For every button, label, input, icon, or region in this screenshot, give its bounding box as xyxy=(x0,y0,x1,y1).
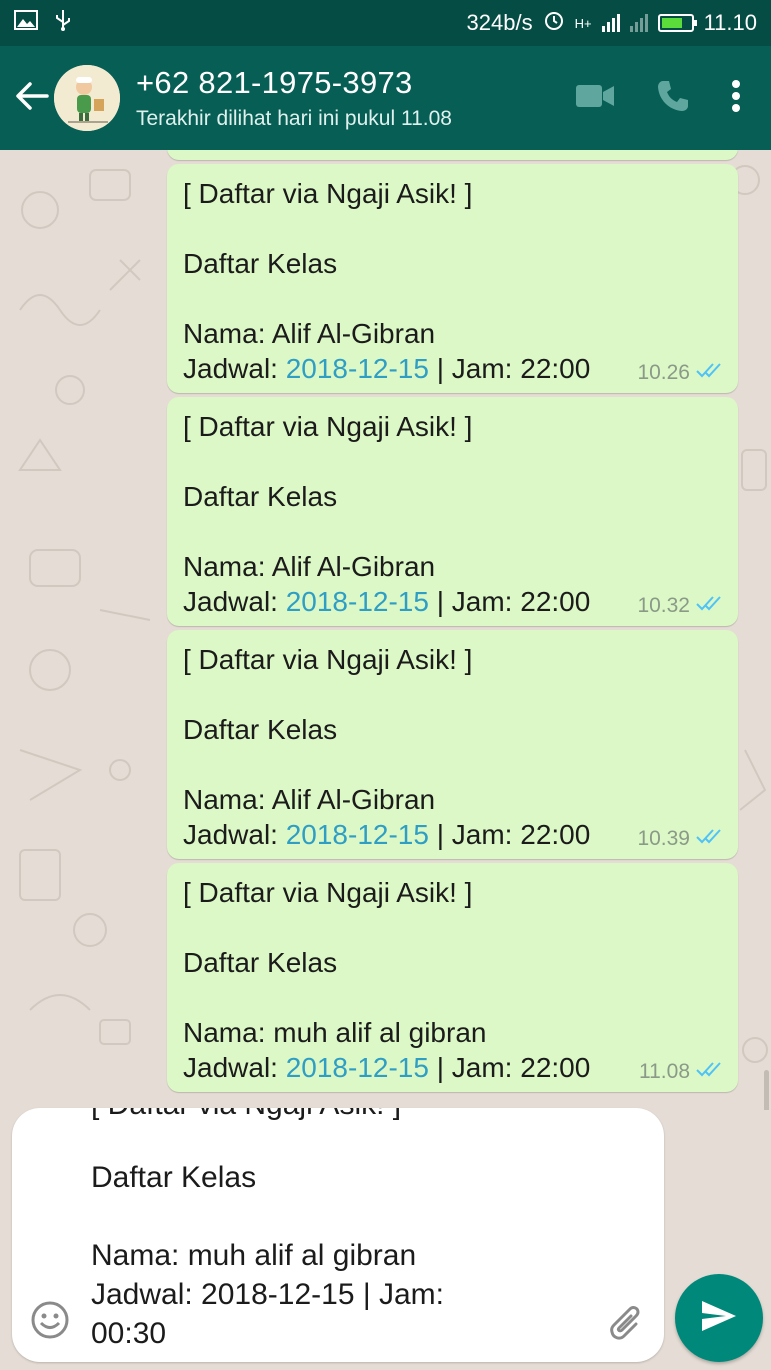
jadwal-date-link[interactable]: 2018-12-15 xyxy=(286,586,429,617)
chat-header: +62 821-1975-3973 Terakhir dilihat hari … xyxy=(0,46,771,150)
send-icon xyxy=(700,1299,738,1338)
jadwal-label: Jadwal: xyxy=(183,586,286,617)
net-speed: 324b/s xyxy=(466,10,533,35)
emoji-icon xyxy=(30,1301,70,1344)
read-ticks-icon xyxy=(696,827,724,851)
battery-icon xyxy=(657,14,697,32)
phone-icon xyxy=(655,78,691,119)
composer-line-3: Jadwal: 2018-12-15 | Jam: xyxy=(91,1278,444,1311)
composer-line-4: 00:30 xyxy=(91,1317,167,1350)
network-type: H+ xyxy=(574,15,592,31)
alarm-icon xyxy=(543,9,565,37)
status-bar: 324b/s H+ 11.10 xyxy=(0,0,771,46)
jadwal-date-link[interactable]: 2018-12-15 xyxy=(286,1052,429,1083)
signal-icon-2 xyxy=(629,14,648,32)
message-bubble[interactable]: [ Daftar via Ngaji Asik! ] Daftar Kelas … xyxy=(167,397,738,626)
last-seen: Terakhir dilihat hari ini pukul 11.08 xyxy=(136,107,452,130)
message-input[interactable]: [ Daftar via Ngaji Asik! ] Daftar Kelas … xyxy=(12,1108,664,1362)
scrollbar[interactable] xyxy=(764,1070,769,1110)
jam-text: | Jam: 22:00 xyxy=(428,1052,591,1083)
message-title: [ Daftar via Ngaji Asik! ] xyxy=(183,411,473,442)
contact-info[interactable]: +62 821-1975-3973 Terakhir dilihat hari … xyxy=(136,65,452,131)
message-subtitle: Daftar Kelas xyxy=(183,481,338,512)
jam-text: | Jam: 22:00 xyxy=(428,586,591,617)
message-bubble[interactable]: [ Daftar via Ngaji Asik! ] Daftar Kelas … xyxy=(167,630,738,859)
message-time: 10.32 xyxy=(637,594,690,617)
paperclip-icon xyxy=(606,1306,646,1344)
jadwal-label: Jadwal: xyxy=(183,819,286,850)
message-nama: Nama: Alif Al-Gibran xyxy=(183,318,436,349)
more-vert-icon xyxy=(731,79,741,117)
message-subtitle: Daftar Kelas xyxy=(183,947,338,978)
jadwal-label: Jadwal: xyxy=(183,353,286,384)
emoji-button[interactable] xyxy=(30,1300,70,1340)
read-ticks-icon xyxy=(696,1060,724,1084)
send-button[interactable] xyxy=(675,1274,763,1362)
back-arrow-icon xyxy=(15,81,49,116)
message-bubble[interactable]: [ Daftar via Ngaji Asik! ] Daftar Kelas … xyxy=(167,164,738,393)
image-icon xyxy=(14,10,38,36)
read-ticks-icon xyxy=(696,594,724,618)
back-button[interactable] xyxy=(10,68,54,128)
message-nama: Nama: Alif Al-Gibran xyxy=(183,551,436,582)
jadwal-label: Jadwal: xyxy=(183,1052,286,1083)
video-call-button[interactable] xyxy=(575,83,615,114)
signal-icon xyxy=(601,14,620,32)
jam-text: | Jam: 22:00 xyxy=(428,353,591,384)
composer-line-2: Nama: muh alif al gibran xyxy=(91,1239,417,1272)
voice-call-button[interactable] xyxy=(655,78,691,119)
message-time: 10.26 xyxy=(637,361,690,384)
message-title: [ Daftar via Ngaji Asik! ] xyxy=(183,178,473,209)
usb-icon xyxy=(54,8,72,38)
message-title: [ Daftar via Ngaji Asik! ] xyxy=(183,644,473,675)
message-time: 10.39 xyxy=(637,827,690,850)
read-ticks-icon xyxy=(696,361,724,385)
contact-name: +62 821-1975-3973 xyxy=(136,65,413,100)
attach-button[interactable] xyxy=(606,1300,646,1340)
composer-line-1: Daftar Kelas xyxy=(91,1161,257,1194)
message-input-text[interactable]: [ Daftar via Ngaji Asik! ] Daftar Kelas … xyxy=(91,1108,571,1353)
clock: 11.10 xyxy=(703,10,757,35)
message-nama: Nama: muh alif al gibran xyxy=(183,1017,487,1048)
message-subtitle: Daftar Kelas xyxy=(183,714,338,745)
message-title: [ Daftar via Ngaji Asik! ] xyxy=(183,877,473,908)
jadwal-date-link[interactable]: 2018-12-15 xyxy=(286,353,429,384)
message-bubble[interactable]: [ Daftar via Ngaji Asik! ] Daftar Kelas … xyxy=(167,863,738,1092)
jadwal-date-link[interactable]: 2018-12-15 xyxy=(286,819,429,850)
composer-cut-line: [ Daftar via Ngaji Asik! ] xyxy=(91,1108,401,1122)
video-call-icon xyxy=(575,83,615,114)
message-time: 11.08 xyxy=(639,1060,690,1083)
previous-message-edge xyxy=(167,150,738,160)
more-options-button[interactable] xyxy=(731,79,741,117)
jam-text: | Jam: 22:00 xyxy=(428,819,591,850)
chat-area[interactable]: [ Daftar via Ngaji Asik! ] Daftar Kelas … xyxy=(0,150,771,1110)
avatar[interactable] xyxy=(54,65,120,131)
message-subtitle: Daftar Kelas xyxy=(183,248,338,279)
message-nama: Nama: Alif Al-Gibran xyxy=(183,784,436,815)
